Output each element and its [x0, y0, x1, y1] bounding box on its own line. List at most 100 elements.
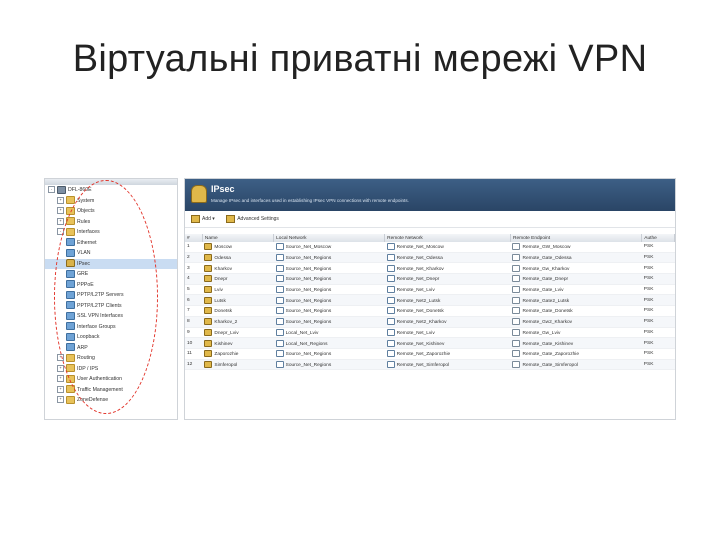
cell-text: Remote_Net_Lviv [396, 330, 435, 336]
cell-text: Source_Net_Regions [285, 309, 332, 315]
table-cell: Remote_Gate_Kishinev [510, 337, 642, 349]
table-row[interactable]: 1 Moscow Source_Net_Moscow Remote_Net_Mosco… [185, 242, 675, 253]
table-row[interactable]: 2 Odessa Source_Net_Regions Remote_Net_Odes… [185, 252, 675, 264]
cell-text: PSK [643, 361, 654, 367]
column-header[interactable]: Authe [641, 234, 675, 242]
expand-icon[interactable]: + [57, 396, 64, 404]
table-row[interactable]: 4 Dnepr Source_Net_Regions Remote_Net_Dnepr… [185, 273, 675, 285]
cell-text: Remote_Gate_Dnepr [522, 277, 569, 283]
table-cell: Remote_Gw_Kharkov [510, 262, 642, 275]
table-cell: 1 [185, 242, 203, 253]
table-cell: PSK [641, 305, 675, 317]
table-cell: PSK [641, 316, 675, 328]
cell-text: Remote_Net_Odessa [396, 255, 443, 261]
lock-icon [204, 296, 213, 304]
table-row[interactable]: 11 Zaporozhie Source_Net_Regions Remote_Net… [185, 348, 675, 360]
cell-text: PSK [643, 340, 654, 346]
table-row[interactable]: 9 Dnepr_Lviv Local_Net_Lviv Remote_Net_Lviv… [185, 327, 675, 339]
column-header[interactable]: # [185, 234, 203, 242]
table-row[interactable]: 12 Simferopol Source_Net_Regions Remote_Net… [185, 359, 675, 371]
cell-text: Source_Net_Regions [285, 351, 332, 357]
root-icon [57, 185, 66, 194]
host-icon [512, 318, 521, 326]
cell-text: PSK [643, 255, 654, 261]
cell-text: Remote_Gate_Kishinev [522, 341, 574, 347]
lock-icon [204, 254, 213, 262]
table-cell: Local_Net_Regions [273, 337, 385, 349]
host-icon [512, 264, 521, 272]
cell-text: Source_Net_Regions [285, 255, 332, 261]
expand-icon[interactable]: + [57, 375, 64, 383]
cell-text: 4 [187, 276, 190, 282]
network-icon [386, 275, 395, 283]
table-cell: 12 [185, 359, 203, 371]
cell-text: Kishinev [214, 341, 233, 347]
network-icon [275, 275, 284, 283]
cell-text: PSK [643, 265, 654, 271]
table-row[interactable]: 6 Lutsk Source_Net_Regions Remote_Net2_Luts… [185, 294, 675, 307]
cell-text: Remote_Gate_Donetsk [522, 309, 573, 315]
network-icon [386, 350, 395, 358]
table-cell: 2 [185, 252, 203, 264]
network-icon [275, 264, 284, 272]
table-cell: Remote_Net_Lviv [384, 327, 511, 339]
lock-icon [204, 275, 213, 283]
slide-title: Віртуальні приватні мережі VPN [72, 38, 648, 80]
network-icon [275, 328, 284, 336]
expand-icon[interactable]: + [57, 217, 64, 225]
table-cell: Remote_Gate_Donetsk [510, 305, 642, 317]
table-row[interactable]: 8 Kharkov_2 Source_Net_Regions Remote_Net2_… [185, 316, 675, 328]
add-button[interactable]: Add ▾ [191, 211, 215, 227]
table-row[interactable]: 3 Kharkov Source_Net_Regions Remote_Net_Kha… [185, 262, 675, 275]
table-row[interactable]: 5 Lviv Source_Net_Regions Remote_Net_Lviv Re… [185, 284, 675, 296]
table-cell: Source_Net_Regions [273, 294, 385, 307]
table-cell: Remote_Gate2_Lutsk [510, 294, 642, 307]
cell-text: PSK [643, 297, 654, 303]
table-cell: Remote_Gw_Lviv [510, 327, 642, 339]
cell-text: Remote_Gw2_Kharkov [522, 319, 573, 325]
table-cell: Remote_Net_Simferopol [384, 359, 511, 371]
cell-text: Donetsk [214, 309, 232, 315]
add-icon [191, 214, 200, 223]
cell-text: Remote_Net_Moscow [396, 245, 444, 251]
column-header[interactable]: Name [202, 234, 275, 242]
cell-text: Remote_Net_Zaporozhie [396, 351, 451, 357]
cell-text: PSK [643, 319, 654, 325]
cell-text: 7 [187, 308, 190, 314]
lock-icon [204, 286, 213, 294]
table-cell: Remote_Net2_Kharkov [384, 316, 511, 328]
expand-icon[interactable]: + [57, 385, 64, 393]
table-row[interactable]: 7 Donetsk Source_Net_Regions Remote_Net_Don… [185, 305, 675, 317]
network-icon [386, 296, 395, 304]
column-header[interactable]: Remote Network [384, 234, 511, 242]
cell-text: PSK [643, 351, 654, 357]
table-row[interactable]: 10 Kishinev Local_Net_Regions Remote_Net_Ki… [185, 337, 675, 349]
table-cell: Remote_Net2_Lutsk [384, 294, 511, 307]
host-icon [512, 275, 521, 283]
cell-text: Moscow [214, 245, 232, 251]
cell-text: Remote_Gw_Kharkov [522, 266, 570, 272]
cell-text: Source_Net_Moscow [285, 245, 332, 251]
network-icon [386, 328, 395, 336]
table-cell: PSK [641, 327, 675, 339]
collapse-icon[interactable]: - [48, 186, 55, 194]
network-icon [275, 286, 284, 294]
ipsec-table: # Name Local Network Remote Network Remote E… [185, 234, 675, 371]
cell-text: Remote_Gate_Lviv [522, 287, 564, 293]
column-header[interactable]: Remote Endpoint [510, 234, 643, 242]
panel-header: IPsec Manage IPsec and interfaces used i… [185, 179, 675, 211]
lock-icon [204, 318, 213, 326]
wrench-icon [226, 214, 236, 223]
add-button-label: Add [202, 216, 211, 222]
expand-icon[interactable]: + [57, 207, 64, 215]
cell-text: 10 [187, 340, 193, 346]
lock-icon [204, 307, 213, 315]
network-icon [275, 307, 284, 315]
table-cell: PSK [641, 284, 675, 296]
ipsec-panel: IPsec Manage IPsec and interfaces used i… [184, 178, 676, 420]
advanced-settings-button[interactable]: Advanced Settings [226, 211, 279, 227]
table-cell: Kishinev [202, 337, 274, 349]
expand-icon[interactable]: + [57, 196, 64, 204]
column-header[interactable]: Local Network [273, 234, 386, 242]
cell-text: Source_Net_Regions [285, 277, 332, 283]
